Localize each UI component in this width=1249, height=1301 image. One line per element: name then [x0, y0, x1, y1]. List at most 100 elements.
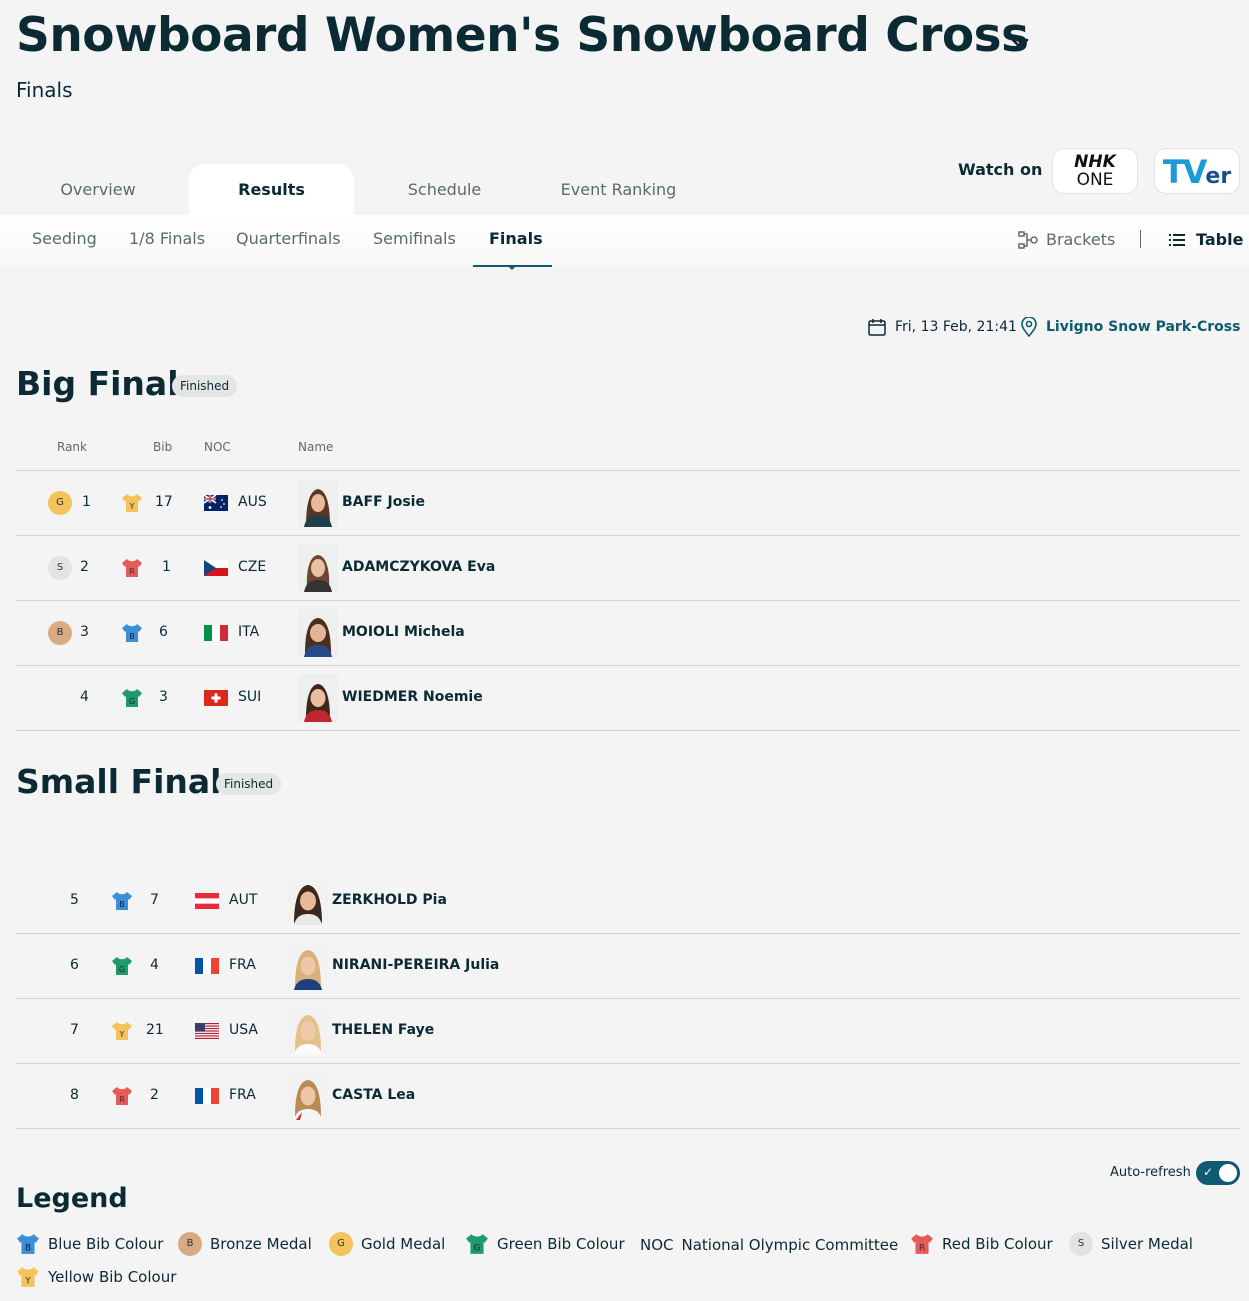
- legend-item: Y Yellow Bib Colour: [16, 1266, 176, 1288]
- subtab-semifinals[interactable]: Semifinals: [373, 229, 456, 248]
- nhk-one-logo[interactable]: NHK ONE: [1052, 148, 1138, 194]
- table-row[interactable]: B 3 B 6 ITA MOIOLI Michela: [16, 601, 1240, 665]
- table-row[interactable]: 5 B 7 AUT ZERKHOLD Pia: [16, 869, 1240, 933]
- event-venue[interactable]: Livigno Snow Park-Cross: [1020, 317, 1240, 337]
- auto-refresh-label: Auto-refresh: [1110, 1165, 1191, 1180]
- tab-results[interactable]: Results: [189, 164, 354, 216]
- bib-number: 3: [159, 689, 168, 705]
- legend-label: Silver Medal: [1101, 1235, 1193, 1253]
- nhk-logo-text: NHK: [1074, 152, 1116, 172]
- table-view-button[interactable]: Table: [1168, 230, 1243, 249]
- page-subtitle: Finals: [16, 78, 73, 102]
- tver-logo[interactable]: TVer: [1154, 148, 1240, 194]
- bib-number: 1: [162, 559, 171, 575]
- athlete-photo: [298, 674, 338, 722]
- tab-overview[interactable]: Overview: [16, 164, 180, 216]
- col-noc: NOC: [204, 440, 231, 454]
- legend-label: Green Bib Colour: [497, 1235, 625, 1253]
- tver-logo-text: TV: [1162, 153, 1208, 191]
- event-title: Snowboard Women's Snowboard Cross: [16, 8, 1029, 63]
- col-name: Name: [298, 440, 334, 454]
- rank-value: 8: [70, 1087, 79, 1103]
- czechia-flag-icon: [204, 560, 228, 576]
- noc-code: USA: [229, 1022, 258, 1038]
- table-row[interactable]: 6 G 4 FRA NIRANI-PEREIRA Julia: [16, 934, 1240, 998]
- legend-item: NOC National Olympic Committee: [640, 1236, 898, 1254]
- athlete-name[interactable]: MOIOLI Michela: [342, 624, 465, 640]
- subtab-quarterfinals[interactable]: Quarterfinals: [236, 229, 341, 248]
- athlete-name[interactable]: ZERKHOLD Pia: [332, 892, 447, 908]
- noc-code: FRA: [229, 957, 256, 973]
- yellow-bib-icon: Y: [17, 1267, 39, 1287]
- auto-refresh-toggle[interactable]: ✓: [1196, 1161, 1240, 1185]
- rank-value: 7: [70, 1022, 79, 1038]
- table-row[interactable]: S 2 R 1 CZE ADAMCZYKOVA Eva: [16, 536, 1240, 600]
- big-final-title: Big Final: [16, 364, 179, 403]
- italy-flag-icon: [204, 625, 228, 641]
- athlete-name[interactable]: WIEDMER Noemie: [342, 689, 483, 705]
- table-label: Table: [1196, 230, 1244, 249]
- legend-item: G Gold Medal: [329, 1232, 445, 1256]
- legend-label: Blue Bib Colour: [48, 1235, 164, 1253]
- calendar-icon: [868, 319, 886, 336]
- athlete-photo: [288, 877, 328, 925]
- watch-on-label: Watch on: [958, 160, 1043, 179]
- table-row[interactable]: 4 G 3 SUI WIEDMER Noemie: [16, 666, 1240, 730]
- athlete-name[interactable]: THELEN Faye: [332, 1022, 434, 1038]
- subtab-finals[interactable]: Finals: [489, 229, 543, 248]
- event-venue-text: Livigno Snow Park-Cross: [1046, 319, 1241, 335]
- athlete-name[interactable]: BAFF Josie: [342, 494, 425, 510]
- legend-item: S Silver Medal: [1069, 1232, 1193, 1256]
- austria-flag-icon: [195, 893, 219, 909]
- table-row[interactable]: 7 Y 21 USA THELEN Faye: [16, 999, 1240, 1063]
- athlete-photo: [288, 942, 328, 990]
- svg-text:G: G: [474, 1244, 481, 1254]
- brackets-label: Brackets: [1046, 230, 1116, 249]
- athlete-name[interactable]: NIRANI-PEREIRA Julia: [332, 957, 499, 973]
- svg-text:R: R: [129, 567, 135, 576]
- svg-text:Y: Y: [24, 1277, 31, 1287]
- tab-event-ranking[interactable]: Event Ranking: [536, 164, 701, 216]
- athlete-name[interactable]: CASTA Lea: [332, 1087, 415, 1103]
- svg-text:B: B: [129, 632, 135, 641]
- subtab-1-8-finals[interactable]: 1/8 Finals: [129, 229, 205, 248]
- legend-item: B Blue Bib Colour: [16, 1233, 163, 1255]
- svg-text:Y: Y: [129, 502, 135, 511]
- blue-bib-icon: B: [17, 1234, 39, 1254]
- active-subtab-caret: [507, 265, 517, 270]
- svg-text:Y: Y: [119, 1030, 125, 1039]
- svg-text:G: G: [129, 697, 135, 706]
- subtab-seeding[interactable]: Seeding: [32, 229, 97, 248]
- noc-code: FRA: [229, 1087, 256, 1103]
- athlete-photo: [298, 609, 338, 657]
- legend-label: Bronze Medal: [210, 1235, 312, 1253]
- athlete-photo: [288, 1007, 328, 1055]
- table-row[interactable]: G 1 Y 17 AUS BAFF Josie: [16, 471, 1240, 535]
- blue-bib-icon: B: [112, 892, 132, 910]
- athlete-name[interactable]: ADAMCZYKOVA Eva: [342, 559, 495, 575]
- noc-code: SUI: [238, 689, 262, 705]
- col-rank: Rank: [57, 440, 87, 454]
- athlete-photo: [298, 479, 338, 527]
- red-bib-icon: R: [911, 1234, 933, 1254]
- view-separator: [1140, 230, 1141, 248]
- noc-abbreviation: NOC: [640, 1236, 674, 1254]
- legend-label: National Olympic Committee: [681, 1236, 899, 1254]
- noc-code: AUS: [238, 494, 267, 510]
- legend-label: Gold Medal: [361, 1235, 446, 1253]
- legend-item: B Bronze Medal: [178, 1232, 312, 1256]
- chevron-down-icon[interactable]: [1009, 32, 1031, 54]
- france-flag-icon: [195, 958, 219, 974]
- bib-number: 4: [150, 957, 159, 973]
- green-bib-icon: G: [466, 1234, 488, 1254]
- athlete-photo: [288, 1072, 328, 1120]
- bronze-medal-icon: B: [178, 1232, 202, 1256]
- silver-medal-icon: S: [48, 556, 72, 580]
- legend-item: R Red Bib Colour: [910, 1233, 1053, 1255]
- red-bib-icon: R: [122, 559, 142, 577]
- svg-text:G: G: [119, 965, 125, 974]
- brackets-view-button[interactable]: Brackets: [1018, 230, 1115, 249]
- france-flag-icon: [195, 1088, 219, 1104]
- tab-schedule[interactable]: Schedule: [362, 164, 527, 216]
- table-row[interactable]: 8 R 2 FRA CASTA Lea: [16, 1064, 1240, 1128]
